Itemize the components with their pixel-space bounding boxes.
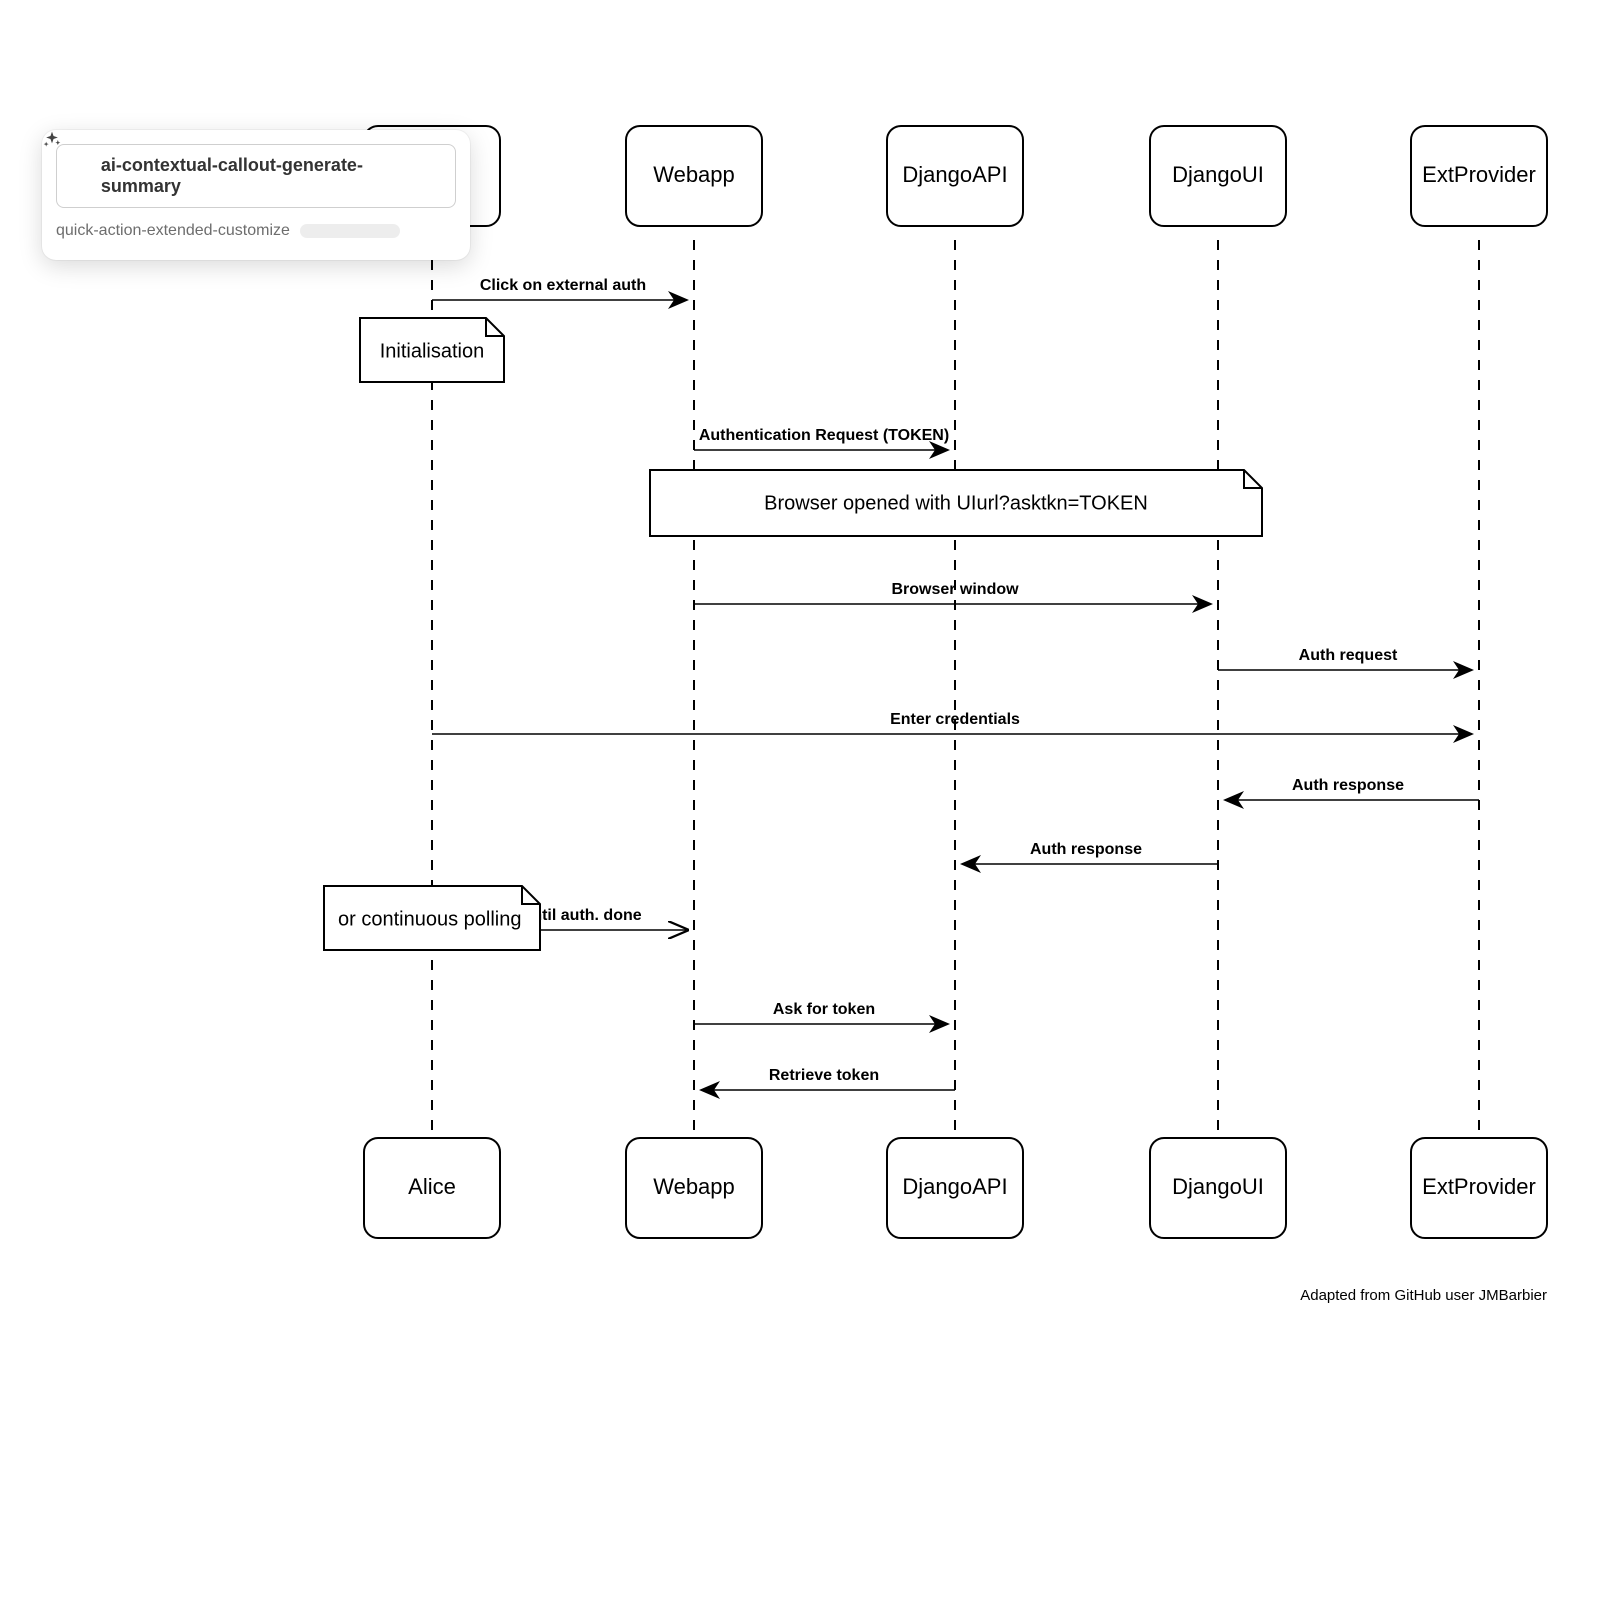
ai-generate-summary-button[interactable]: ai-contextual-callout-generate-summary (56, 144, 456, 208)
svg-text:Retrieve token: Retrieve token (769, 1067, 879, 1084)
ai-callout: ai-contextual-callout-generate-summary q… (42, 130, 470, 260)
svg-text:DjangoAPI: DjangoAPI (902, 1174, 1007, 1199)
msg-enter-credentials: Enter credentials (432, 711, 1471, 734)
svg-text:DjangoUI: DjangoUI (1172, 162, 1264, 187)
actor-djangoui-bottom: DjangoUI (1150, 1138, 1286, 1238)
svg-text:Webapp: Webapp (653, 1174, 735, 1199)
actor-webapp-top: Webapp (626, 126, 762, 226)
svg-text:Auth response: Auth response (1030, 841, 1142, 858)
actor-djangoapi-bottom: DjangoAPI (887, 1138, 1023, 1238)
svg-text:ExtProvider: ExtProvider (1422, 162, 1536, 187)
svg-text:DjangoAPI: DjangoAPI (902, 162, 1007, 187)
ai-callout-primary-label: ai-contextual-callout-generate-summary (101, 155, 441, 197)
msg-click-external-auth: Click on external auth (432, 277, 686, 300)
svg-text:Auth response: Auth response (1292, 777, 1404, 794)
credit-text: Adapted from GitHub user JMBarbier (1300, 1287, 1547, 1304)
msg-ask-for-token: Ask for token (694, 1001, 947, 1024)
svg-text:Auth request: Auth request (1299, 647, 1398, 664)
actor-webapp-bottom: Webapp (626, 1138, 762, 1238)
actor-djangoapi-top: DjangoAPI (887, 126, 1023, 226)
note-continuous-polling: or continuous polling (324, 886, 540, 950)
msg-auth-request: Auth request (1218, 647, 1471, 670)
svg-text:Browser window: Browser window (891, 581, 1019, 598)
svg-text:DjangoUI: DjangoUI (1172, 1174, 1264, 1199)
svg-text:ExtProvider: ExtProvider (1422, 1174, 1536, 1199)
msg-auth-response-1: Auth response (1226, 777, 1479, 800)
note-browser-opened: Browser opened with UIurl?asktkn=TOKEN (650, 470, 1262, 536)
sparkle-icon (71, 166, 91, 186)
actor-djangoui-top: DjangoUI (1150, 126, 1286, 226)
svg-text:Initialisation: Initialisation (380, 340, 485, 362)
ai-callout-secondary-label[interactable]: quick-action-extended-customize (56, 222, 290, 240)
msg-browser-window: Browser window (694, 581, 1210, 604)
svg-text:Click on external auth: Click on external auth (480, 277, 646, 294)
placeholder-pill (300, 224, 400, 238)
svg-text:Ask for token: Ask for token (773, 1001, 875, 1018)
note-initialisation: Initialisation (360, 318, 504, 382)
svg-text:Alice: Alice (408, 1174, 456, 1199)
svg-text:or continuous polling: or continuous polling (338, 908, 521, 930)
actor-extprovider-bottom: ExtProvider (1411, 1138, 1547, 1238)
svg-text:Browser opened with UIurl?askt: Browser opened with UIurl?asktkn=TOKEN (764, 492, 1148, 514)
svg-text:Authentication Request (TOKEN): Authentication Request (TOKEN) (699, 427, 949, 444)
actor-alice-bottom: Alice (364, 1138, 500, 1238)
msg-auth-request-token: Authentication Request (TOKEN) (694, 427, 949, 450)
svg-text:Enter credentials: Enter credentials (890, 711, 1020, 728)
actor-extprovider-top: ExtProvider (1411, 126, 1547, 226)
msg-retrieve-token: Retrieve token (702, 1067, 955, 1090)
msg-auth-response-2: Auth response (963, 841, 1218, 864)
svg-text:Webapp: Webapp (653, 162, 735, 187)
